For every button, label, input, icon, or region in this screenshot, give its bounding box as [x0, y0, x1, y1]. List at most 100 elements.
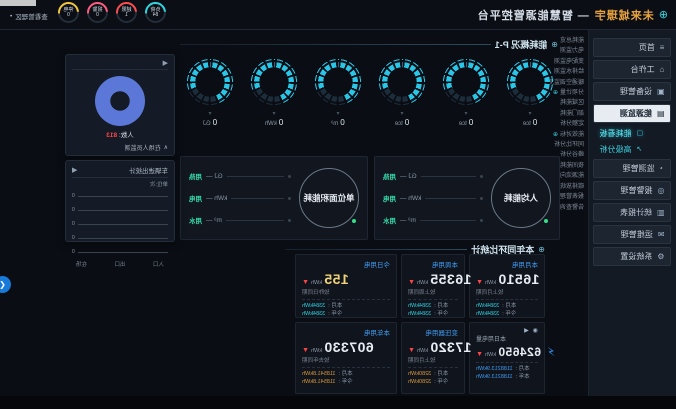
- chart-row-value: 0: [72, 193, 75, 199]
- kpi-key: 今年 :: [328, 311, 342, 319]
- kpi-key: 本月 :: [434, 303, 448, 311]
- volume-icon[interactable]: ◉: [533, 327, 538, 334]
- stat-card-daily-electricity[interactable]: ◉ ◀ 本日用电量 ⚡624650kWh▼ 本月 :1188213.9kWh 本…: [469, 322, 545, 394]
- status-dot: [544, 219, 548, 223]
- subnav-item-label: 部门能耗: [560, 109, 584, 119]
- section-title: 能耗概况 P-1: [495, 38, 548, 51]
- gauge-row: 1号楼 综合能耗 ▾ 0tce 1号楼 能耗总量 ▾ 0tce 1号楼 人均能耗…: [180, 56, 560, 152]
- unit-label: kWh —: [400, 195, 421, 202]
- section-icon: ⊕: [551, 40, 558, 49]
- kpi-key: 本月 :: [339, 371, 353, 379]
- kpi-value: 3384kWh: [476, 303, 499, 311]
- sidebar-item[interactable]: ◎ 报警管理: [594, 181, 672, 200]
- ring-chart: 1号楼 人均能耗: [376, 56, 428, 108]
- energy-ring-gauge: 1号楼 用水 ▾ 0m³: [308, 56, 368, 127]
- sidebar-item-icon: ⚙: [657, 252, 664, 261]
- tile-unit: kWh: [311, 348, 322, 354]
- collapse-icon[interactable]: ◀: [163, 59, 168, 67]
- metric-label: 用热: [189, 171, 202, 181]
- sidebar-item[interactable]: ▣ 设备管理: [594, 82, 672, 101]
- kpi-value: 3280kWh: [408, 371, 431, 379]
- sidebar-item[interactable]: ✉ 运维管理: [594, 225, 672, 244]
- ring-chart: 1号楼 用水: [312, 56, 364, 108]
- section-icon: ⊕: [538, 245, 545, 254]
- stat-tile-today-electricity[interactable]: 今日用电 155kWh▼ 较昨日同期 本月 :3384kWh 今年 :3384k…: [295, 254, 397, 318]
- tile-label: 变压器用电: [408, 327, 458, 337]
- tile-sublabel: 较上月同期: [476, 288, 538, 296]
- stat-tile-transformer-electricity[interactable]: 变压器用电 17320kWh▼ 较上月同期 本月 :3280kWh 今年 :32…: [401, 322, 465, 394]
- tile-label: 本周用电: [408, 259, 458, 269]
- people-count-value: 813: [106, 132, 117, 139]
- sidebar-item[interactable]: ▥ 统计报表: [594, 203, 672, 222]
- lightning-icon: ⚡: [547, 345, 555, 359]
- sidebar-item[interactable]: ⚙ 系统设置: [594, 247, 672, 266]
- tile-label: 本月用电: [476, 259, 538, 269]
- sidebar-item[interactable]: ◔ 监测管理: [594, 159, 672, 178]
- subnav-item-label: 夜间能耗: [560, 161, 584, 171]
- ring-chart: 1号楼 用电: [248, 56, 300, 108]
- sidebar-item[interactable]: ↗ 高级分析: [594, 142, 672, 156]
- sidebar-item[interactable]: ▤ 能源监测: [594, 104, 672, 123]
- gauge-line1: 1号楼: [265, 74, 283, 82]
- subnav-item-label: 分项计量: [560, 88, 584, 98]
- energy-ring-gauge: 1号楼 用热 ▾ 0GJ: [180, 56, 240, 127]
- metric-label: 用热: [383, 171, 396, 181]
- kpi-key: 今年 :: [434, 311, 448, 319]
- metric-row: GJ —用热: [189, 171, 291, 181]
- gauge-value: 0: [405, 118, 409, 127]
- dot-icon: •: [10, 13, 12, 20]
- dashboard-root: ⊕ 未来城璟宇 — 智慧能源管控平台 负荷 84 越限 1 报警 0 停电 0: [0, 0, 676, 409]
- kpi-key: 今年 :: [502, 311, 516, 319]
- gauge-unit: tce: [523, 121, 531, 127]
- metric-row: kWh —用电: [189, 193, 291, 203]
- gauge-unit: m³: [331, 121, 338, 127]
- caret-down-icon: ▾: [337, 110, 340, 117]
- stat-tile-month-electricity[interactable]: 本月用电 16510kWh▼ 较上月同期 本月 :3384kWh 今年 :338…: [469, 254, 545, 318]
- subnav-item-label: 区域能耗: [560, 98, 584, 108]
- subnav-item-label: 峰谷分析: [560, 150, 584, 160]
- gauge-line1: 1号楼: [201, 74, 219, 82]
- x-axis-label: 出口: [115, 260, 126, 268]
- tile-unit: kWh: [417, 348, 428, 354]
- gauge-line1: 1号楼: [329, 74, 347, 82]
- chart-row: 0: [72, 193, 168, 199]
- sidebar-item[interactable]: ≡ 首页: [594, 38, 672, 57]
- tile-value: 16355: [430, 271, 471, 287]
- gauge-line1: 1号楼: [393, 74, 411, 82]
- sidebar-item[interactable]: ⌂ 工作台: [594, 60, 672, 79]
- gauge-line2: 能耗总量: [452, 82, 480, 90]
- kpi-value: 3280kWh: [408, 379, 431, 387]
- collapse-icon[interactable]: ◀: [72, 166, 77, 174]
- gauge-line1: 1号楼: [521, 74, 539, 82]
- per-capita-circle: 人均能耗: [491, 168, 551, 228]
- energy-ring-gauge: 1号楼 人均能耗 ▾ 0tce: [372, 56, 432, 127]
- per-area-energy-card: 单位面积能耗 GJ —用热 kWh —用电 m³ —用水: [180, 156, 368, 240]
- tile-value: 17320: [430, 339, 471, 355]
- divider: [180, 44, 491, 45]
- stat-tile-year-electricity[interactable]: 本年用电 607330kWh▼ 较去年同期 本月 :118541.8kWh 今年…: [295, 322, 397, 394]
- tile-sublabel: 较上月同期: [408, 356, 458, 364]
- kpi-value: 118541.8kWh: [302, 371, 336, 379]
- collapse-icon[interactable]: ◀: [524, 327, 529, 334]
- sidebar-item[interactable]: ▢ 能耗看板: [594, 126, 672, 140]
- chart-row: 0: [72, 249, 168, 255]
- manage-area-link[interactable]: 查看管理区 •: [10, 11, 48, 21]
- trend-down-icon: ▼: [408, 347, 415, 354]
- tile-label: 本日用电量: [476, 334, 538, 343]
- bottom-band: [0, 396, 676, 409]
- panel-toggle-button[interactable]: ❮: [0, 276, 11, 293]
- trend-down-icon: ▼: [302, 279, 309, 286]
- stat-tile-week-electricity[interactable]: 本周用电 16355kWh▼ 较上周同期 本月 :3384kWh 今年 :338…: [401, 254, 465, 318]
- tile-sublabel: 较上周同期: [408, 288, 458, 296]
- section-energy-overview: ⊕ 能耗概况 P-1: [180, 38, 558, 51]
- chevron-left-icon: ❮: [0, 280, 6, 289]
- caret-up-icon[interactable]: ∧: [164, 144, 168, 151]
- subnav-item-label: 能效对标: [560, 130, 584, 140]
- ring-chart: 1号楼 能耗总量: [440, 56, 492, 108]
- tile-value: 607330: [324, 339, 374, 355]
- trend-down-icon: ▼: [476, 351, 483, 358]
- vehicle-chart: 0 0 0 0 0: [72, 193, 168, 255]
- sidebar-item-icon: ▣: [657, 87, 665, 96]
- status-ring-gauge: 负荷 84: [145, 2, 166, 23]
- sidebar-item-icon: ▢: [637, 129, 644, 137]
